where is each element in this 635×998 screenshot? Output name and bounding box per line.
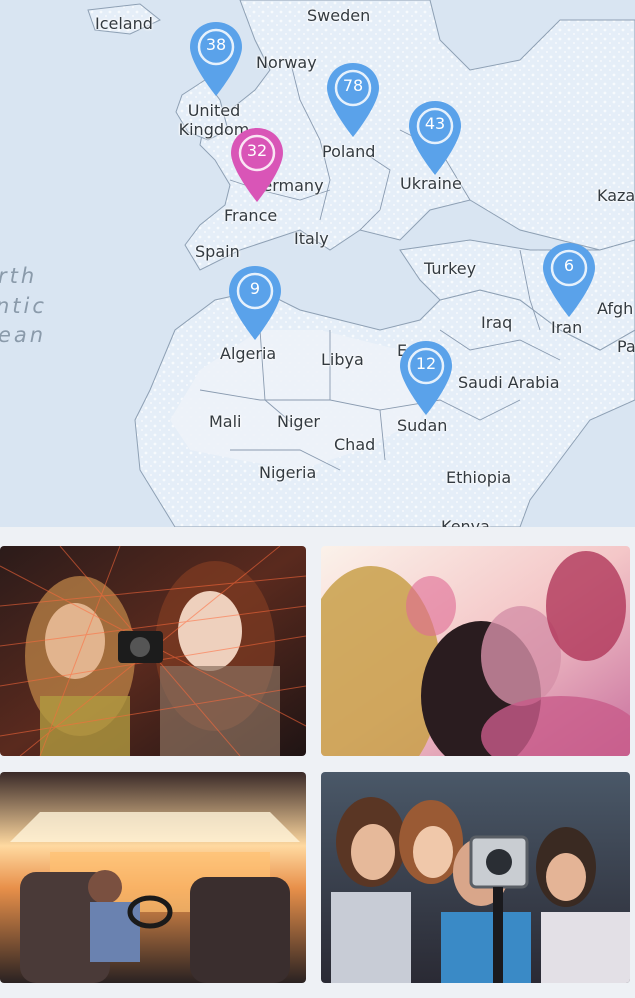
ocean-label-line-1: rth <box>0 264 38 288</box>
women-taking-selfie-photo <box>0 546 306 756</box>
country-label-pakistan: Pa <box>617 337 635 356</box>
gallery-photo-car[interactable] <box>0 772 306 983</box>
country-label-turkey: Turkey <box>424 259 477 278</box>
marker-count: 32 <box>246 141 268 160</box>
country-label-saudi-arabia: Saudi Arabia <box>458 373 560 392</box>
map-marker-sudan[interactable]: 12 <box>398 339 454 417</box>
marker-count: 12 <box>415 354 437 373</box>
ocean-label-line-2: ntic <box>0 294 47 318</box>
photo-gallery <box>0 527 635 998</box>
country-label-spain: Spain <box>195 242 240 261</box>
country-label-poland: Poland <box>322 142 376 161</box>
country-label-libya: Libya <box>321 350 364 369</box>
map-pin-icon <box>400 341 452 415</box>
map-marker-france-selected[interactable]: 32 <box>229 126 285 204</box>
country-label-norway: Norway <box>256 53 317 72</box>
map-pin-icon <box>409 101 461 175</box>
map-pin-icon <box>231 128 283 202</box>
country-label-algeria: Algeria <box>220 344 277 363</box>
country-label-afghanistan: Afgh <box>597 299 634 318</box>
country-label-niger: Niger <box>277 412 320 431</box>
country-label-iceland: Iceland <box>95 14 153 33</box>
gallery-photo-group[interactable] <box>321 772 630 983</box>
country-label-sweden: Sweden <box>307 6 371 25</box>
map-view[interactable]: Iceland Sweden Norway United Kingdom Pol… <box>0 0 635 527</box>
map-marker-poland[interactable]: 78 <box>325 61 381 139</box>
map-pin-icon <box>190 22 242 96</box>
marker-count: 78 <box>342 76 364 95</box>
map-pin-icon <box>229 266 281 340</box>
country-label-nigeria: Nigeria <box>259 463 317 482</box>
map-pin-icon <box>327 63 379 137</box>
country-label-kazakhstan: Kaza <box>597 186 635 205</box>
country-label-sudan: Sudan <box>397 416 448 435</box>
marker-count: 43 <box>424 114 446 133</box>
country-label-italy: Italy <box>294 229 329 248</box>
festival-crowd-photo <box>321 546 630 756</box>
marker-count: 38 <box>205 35 227 54</box>
car-interior-sunset-photo <box>0 772 306 983</box>
gallery-photo-selfie[interactable] <box>0 546 306 756</box>
country-label-chad: Chad <box>334 435 376 454</box>
country-label-france: France <box>224 206 278 225</box>
country-label-iraq: Iraq <box>481 313 513 332</box>
country-label-ethiopia: Ethiopia <box>446 468 512 487</box>
group-with-action-camera-photo <box>321 772 630 983</box>
ocean-label-line-3: ean <box>0 323 47 347</box>
country-label-kenya: Kenya <box>441 517 490 528</box>
country-label-ukraine: Ukraine <box>400 174 462 193</box>
map-marker-algeria[interactable]: 9 <box>227 264 283 342</box>
marker-count: 6 <box>563 256 575 275</box>
map-basemap <box>0 0 635 527</box>
map-marker-uk[interactable]: 38 <box>188 20 244 98</box>
map-marker-iran[interactable]: 6 <box>541 241 597 319</box>
marker-count: 9 <box>249 279 261 298</box>
map-marker-ukraine[interactable]: 43 <box>407 99 463 177</box>
map-pin-icon <box>543 243 595 317</box>
country-label-iran: Iran <box>551 318 583 337</box>
country-label-mali: Mali <box>209 412 242 431</box>
gallery-photo-festival[interactable] <box>321 546 630 756</box>
